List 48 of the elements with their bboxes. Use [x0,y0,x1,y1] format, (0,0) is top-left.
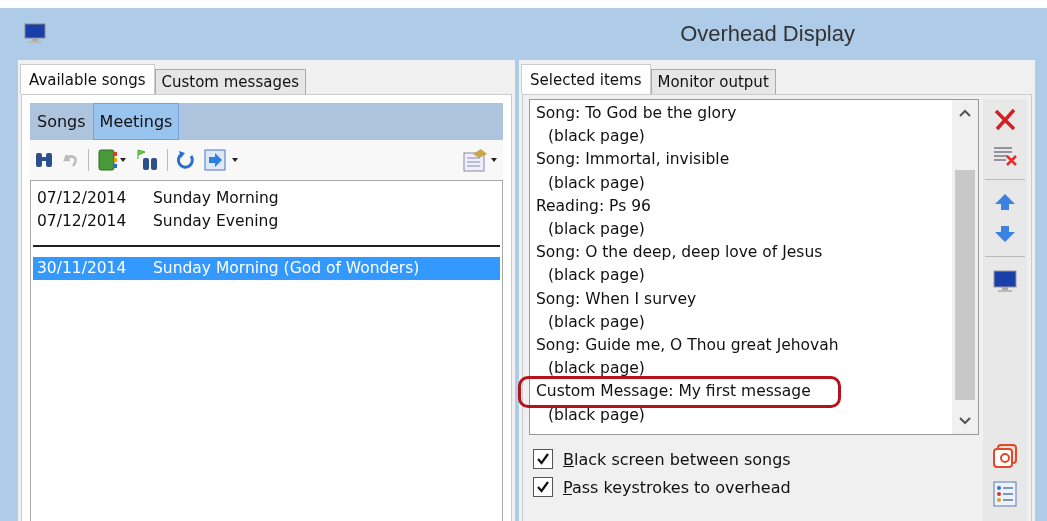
meeting-date: 30/11/2014 [37,258,128,279]
item-title[interactable]: Song: Guide me, O Thou great Jehovah [536,334,839,358]
list-icon[interactable] [993,481,1017,507]
item-title[interactable]: Reading: Ps 96 [536,194,651,218]
meeting-row[interactable]: 07/12/2014 Sunday Evening [33,210,500,233]
option-label[interactable]: Pass keystrokes to overhead [563,477,791,497]
item-detail[interactable]: (black page) [536,171,946,195]
scroll-down-icon[interactable] [958,416,972,426]
monitor-icon [24,23,46,45]
item-detail[interactable]: (black page) [536,403,946,427]
window-title: Overhead Display [679,21,856,47]
sub-tab[interactable]: Meetings [92,103,180,140]
scroll-up-icon[interactable] [958,108,972,118]
item-title[interactable]: Song: O the deep, deep love of Jesus [536,241,823,265]
properties-icon[interactable] [463,148,499,172]
item-title[interactable]: Song: To God be the glory [536,102,737,126]
checkbox[interactable] [533,449,553,469]
option-label[interactable]: Black screen between songs [563,449,791,469]
export-icon[interactable] [204,149,240,171]
tab[interactable]: Available songs [20,64,155,94]
arrow-up-icon[interactable] [993,192,1017,212]
meeting-name: Sunday Morning [153,188,279,209]
book-icon[interactable] [97,149,127,171]
item-detail[interactable]: (black page) [536,357,946,381]
sub-tab[interactable]: Songs [30,103,93,140]
clear-list-icon[interactable] [992,145,1018,167]
meeting-row[interactable]: 07/12/2014 Sunday Morning [33,187,500,210]
item-detail[interactable]: (black page) [536,264,946,288]
scrollbar[interactable] [952,100,978,434]
tab[interactable]: Custom messages [154,69,306,94]
checkbox[interactable] [533,477,553,497]
meeting-name: Sunday Evening [153,211,279,232]
tab[interactable]: Monitor output [650,69,776,94]
tab[interactable]: Selected items [521,64,651,94]
meeting-name: Sunday Morning (God of Wonders) [153,258,420,279]
arrow-down-icon[interactable] [993,224,1017,244]
delete-icon[interactable] [992,107,1018,133]
item-title[interactable]: Song: When I survey [536,287,697,311]
meeting-date: 07/12/2014 [37,211,128,232]
meeting-date: 07/12/2014 [37,188,128,209]
item-detail[interactable]: (black page) [536,125,946,149]
scroll-thumb[interactable] [955,170,975,400]
refresh-icon[interactable] [176,150,196,170]
item-title[interactable]: Song: Immortal, invisible [536,148,730,172]
item-detail[interactable]: (black page) [536,218,946,242]
item-detail[interactable]: (black page) [536,310,946,335]
monitor-icon[interactable] [992,269,1018,295]
slides-icon[interactable] [992,443,1018,469]
